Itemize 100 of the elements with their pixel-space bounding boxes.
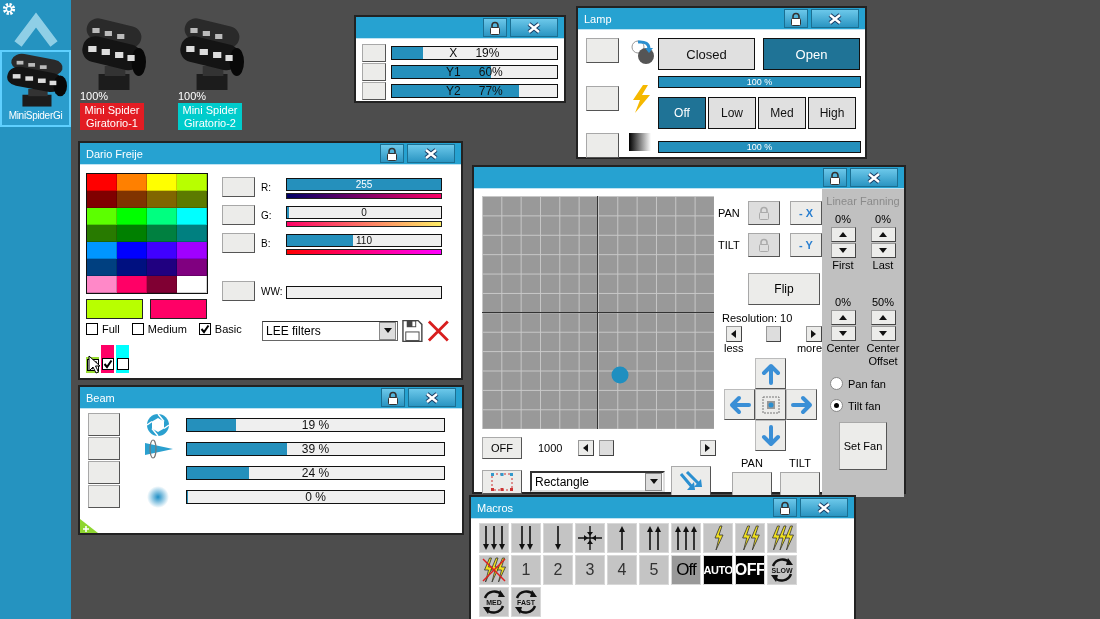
close-button[interactable] [850, 168, 898, 187]
blank-button[interactable] [362, 44, 386, 62]
scroll-right-button[interactable] [806, 326, 822, 342]
color-swatch[interactable] [147, 174, 177, 191]
spin-up-button[interactable] [870, 227, 896, 242]
dropdown[interactable]: Rectangle [530, 471, 665, 492]
lock-button[interactable] [381, 388, 405, 407]
color-toggle[interactable] [101, 345, 114, 373]
color-swatch[interactable] [87, 191, 117, 208]
macro-button[interactable] [671, 523, 701, 553]
macro-button[interactable] [543, 523, 573, 553]
spin-up-button[interactable] [830, 310, 856, 325]
set-fan-button[interactable]: Set Fan [839, 422, 887, 470]
shutter-button[interactable]: Open [763, 38, 860, 70]
scroll-right-button[interactable] [700, 440, 716, 456]
close-button[interactable] [407, 144, 455, 163]
blank-button[interactable] [88, 461, 120, 484]
current-color-swatch[interactable] [150, 299, 207, 319]
radio-button[interactable] [830, 399, 843, 412]
mode-button[interactable]: Low [708, 97, 756, 129]
blank-button[interactable] [88, 437, 120, 460]
level-bar[interactable]: 255 [286, 177, 442, 191]
level-bar[interactable]: X 19% [390, 46, 558, 60]
level-bar[interactable]: 24 % [186, 466, 445, 480]
level-bar[interactable]: 100 % [658, 76, 861, 88]
mode-button[interactable]: Off [658, 97, 706, 129]
macro-button[interactable] [575, 523, 605, 553]
lock-button[interactable] [748, 233, 780, 257]
level-bar[interactable]: Y1 60% [390, 65, 558, 79]
color-swatch[interactable] [177, 242, 207, 259]
blank-button[interactable] [362, 82, 386, 100]
macro-button[interactable]: 1 [511, 555, 541, 585]
dropdown[interactable]: LEE filters [262, 321, 399, 341]
blank-button[interactable] [586, 133, 619, 158]
level-bar[interactable]: Y2 77% [390, 84, 558, 98]
level-bar[interactable]: 0 % [186, 490, 445, 504]
blank-button[interactable] [88, 413, 120, 436]
flip-button[interactable]: Flip [748, 273, 820, 305]
lock-button[interactable] [748, 201, 780, 225]
level-bar[interactable] [286, 285, 442, 299]
color-swatch[interactable] [87, 208, 117, 225]
checkbox[interactable] [116, 358, 129, 370]
lock-button[interactable] [380, 144, 404, 163]
macro-button[interactable] [511, 523, 541, 553]
color-swatch[interactable] [117, 191, 147, 208]
close-button[interactable] [800, 498, 848, 517]
checkbox[interactable] [86, 323, 98, 335]
checkbox[interactable] [101, 358, 114, 370]
position-dot[interactable] [611, 366, 629, 384]
invert-button[interactable]: - Y [790, 233, 822, 257]
blank-button[interactable] [222, 281, 255, 301]
color-swatch[interactable] [177, 225, 207, 242]
level-bar[interactable]: 19 % [186, 418, 445, 432]
move-left-button[interactable] [724, 389, 755, 420]
color-swatch[interactable] [147, 191, 177, 208]
blank-button[interactable] [732, 472, 772, 497]
blank-button[interactable] [362, 63, 386, 81]
color-swatch[interactable] [177, 191, 207, 208]
blank-button[interactable] [586, 38, 619, 63]
shape-button[interactable] [482, 469, 522, 494]
color-swatch[interactable] [117, 174, 147, 191]
level-bar[interactable]: 100 % [658, 141, 861, 153]
color-swatch[interactable] [117, 208, 147, 225]
slider-thumb[interactable] [766, 326, 781, 342]
blank-button[interactable] [780, 472, 820, 497]
macro-button[interactable]: 2 [543, 555, 573, 585]
macro-button[interactable]: OFF [735, 555, 765, 585]
shutter-button[interactable]: Closed [658, 38, 755, 70]
color-swatch[interactable] [147, 259, 177, 276]
color-swatch[interactable] [177, 259, 207, 276]
swap-button[interactable] [671, 466, 711, 497]
spin-down-button[interactable] [870, 243, 896, 258]
macro-button[interactable]: 4 [607, 555, 637, 585]
blank-button[interactable] [88, 485, 120, 508]
blank-button[interactable] [222, 233, 255, 253]
lock-button[interactable] [823, 168, 847, 187]
color-swatch[interactable] [117, 259, 147, 276]
color-swatch[interactable] [147, 242, 177, 259]
move-down-button[interactable] [755, 420, 786, 451]
save-icon[interactable] [402, 319, 424, 343]
effect-button[interactable]: OFF [482, 437, 522, 459]
color-swatch[interactable] [177, 174, 207, 191]
macro-button[interactable]: 3 [575, 555, 605, 585]
level-bar[interactable]: 110 [286, 233, 442, 247]
color-swatch[interactable] [117, 242, 147, 259]
checkbox[interactable] [198, 323, 211, 335]
slider-thumb[interactable] [599, 440, 614, 456]
color-swatch[interactable] [117, 276, 147, 293]
level-bar[interactable]: 39 % [186, 442, 445, 456]
color-swatch[interactable] [147, 276, 177, 293]
fixture-name[interactable]: Mini Spider Giratorio-1 [80, 103, 144, 130]
color-swatch[interactable] [87, 276, 117, 293]
color-swatch[interactable] [177, 208, 207, 225]
macro-button[interactable] [639, 523, 669, 553]
macro-button[interactable]: 5 [639, 555, 669, 585]
radio-button[interactable] [830, 377, 843, 390]
color-swatch[interactable] [147, 208, 177, 225]
macro-button[interactable]: AUTO [703, 555, 733, 585]
move-up-button[interactable] [755, 358, 786, 389]
close-button[interactable] [811, 9, 859, 28]
